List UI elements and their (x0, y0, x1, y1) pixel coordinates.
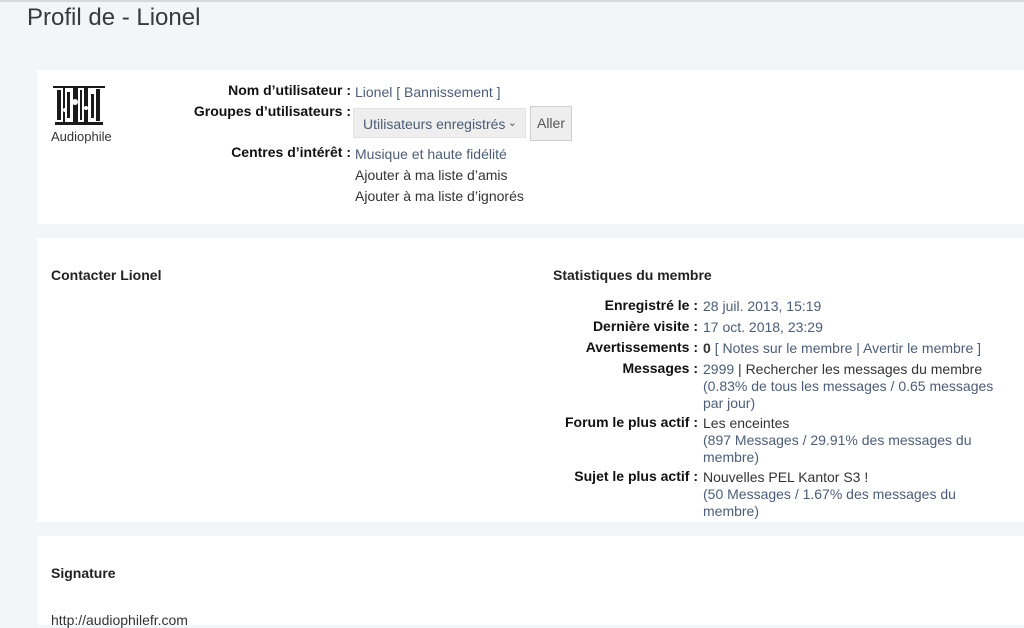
active-forum-value: Les enceintes (897 Messages / 29.91% des… (703, 415, 1013, 466)
active-forum-detail: (897 Messages / 29.91% des messages du m… (703, 432, 972, 465)
warnings-count: 0 (703, 340, 711, 356)
posts-detail: (0.83% de tous les messages / 0.65 messa… (703, 378, 994, 411)
active-forum-label: Forum le plus actif : (564, 414, 698, 430)
warnings-value: 0 [ Notes sur le membre | Avertir le mem… (703, 340, 1013, 357)
go-button[interactable]: Aller (530, 106, 572, 141)
rank-title: Audiophile (51, 129, 112, 144)
warnings-label: Avertissements : (585, 339, 698, 355)
groups-select-value: Utilisateurs enregistrés (363, 116, 506, 132)
signature-text: http://audiophilefr.com (51, 612, 188, 628)
stats-title: Statistiques du membre (553, 267, 712, 283)
profile-panel: Audiophile Nom d’utilisateur : Lionel [ … (37, 70, 1024, 224)
registered-value: 28 juil. 2013, 15:19 (703, 298, 822, 314)
interests-row: Centres d’intérêt : Musique et haute fid… (37, 144, 1024, 164)
last-visit-label: Dernière visite : (592, 318, 698, 334)
posts-label: Messages : (622, 360, 698, 376)
registered-label: Enregistré le : (604, 297, 698, 313)
signature-panel: Signature http://audiophilefr.com (37, 536, 1024, 628)
contact-title: Contacter Lionel (51, 267, 162, 283)
add-friend-link[interactable]: Ajouter à ma liste d’amis (355, 167, 508, 183)
last-visit-value: 17 oct. 2018, 23:29 (703, 319, 823, 335)
stats-panel: Contacter Lionel Statistiques du membre … (37, 238, 1024, 522)
signature-title: Signature (51, 565, 116, 581)
page-title: Profil de - Lionel (27, 4, 201, 31)
active-topic-value: Nouvelles PEL Kantor S3 ! (50 Messages /… (703, 469, 1013, 520)
groups-select[interactable]: Utilisateurs enregistrés ⌄ (353, 108, 526, 138)
username-link[interactable]: Lionel (355, 84, 392, 100)
top-border (0, 0, 1024, 2)
posts-count: 2999 (703, 361, 735, 377)
username-row: Nom d’utilisateur : Lionel [ Bannissemen… (37, 82, 1024, 102)
username-label: Nom d’utilisateur : (228, 82, 351, 98)
active-topic-label: Sujet le plus actif : (574, 468, 698, 484)
active-forum-link[interactable]: Les enceintes (703, 415, 789, 431)
ban-link[interactable]: [ Bannissement ] (396, 84, 500, 100)
groups-label: Groupes d’utilisateurs : (193, 103, 351, 119)
warnings-links[interactable]: [ Notes sur le membre | Avertir le membr… (715, 340, 981, 356)
add-foe-link[interactable]: Ajouter à ma liste d’ignorés (355, 188, 524, 204)
chevron-down-icon: ⌄ (507, 117, 517, 129)
active-topic-detail: (50 Messages / 1.67% des messages du mem… (703, 486, 956, 519)
search-posts-link[interactable]: | Rechercher les messages du membre (738, 361, 982, 377)
posts-value: 2999 | Rechercher les messages du membre… (703, 361, 1013, 412)
active-topic-link[interactable]: Nouvelles PEL Kantor S3 ! (703, 469, 868, 485)
interests-label: Centres d’intérêt : (231, 144, 351, 160)
interests-value: Musique et haute fidélité (355, 146, 507, 162)
